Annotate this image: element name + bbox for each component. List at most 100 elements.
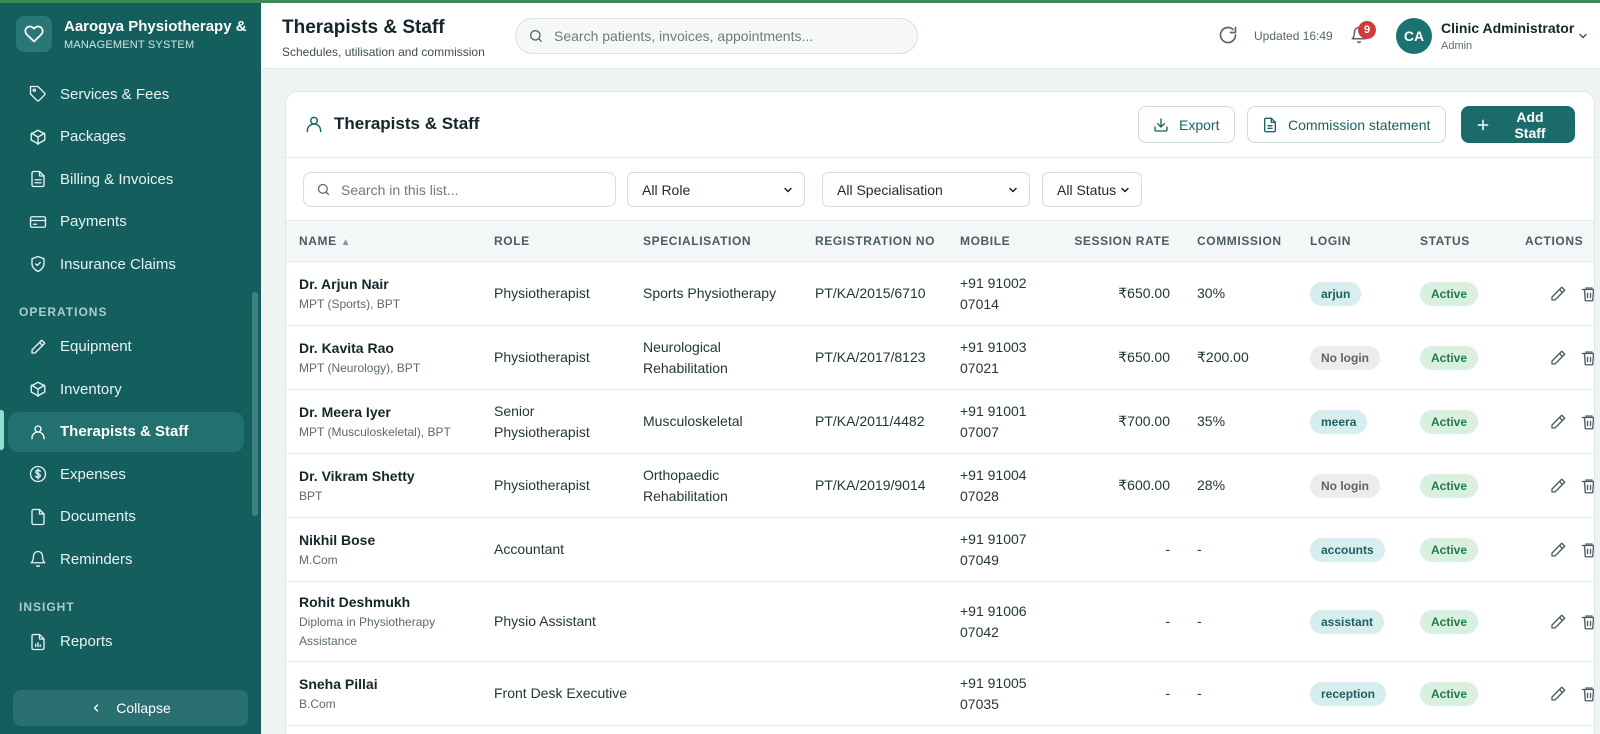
staff-name[interactable]: Dr. Vikram Shetty	[299, 466, 481, 487]
collapse-label: Collapse	[116, 700, 171, 716]
role-filter-select[interactable]: All Role	[627, 172, 805, 207]
sidebar-item-documents[interactable]: Documents	[8, 497, 244, 537]
user-name[interactable]: Clinic Administrator	[1441, 20, 1574, 36]
login-badge: assistant	[1310, 609, 1385, 634]
cell-login: reception	[1297, 661, 1407, 726]
user-role: Admin	[1441, 40, 1473, 52]
sidebar-item-label: Payments	[60, 213, 127, 230]
bell-icon	[28, 549, 48, 569]
table-row[interactable]: Dr. Meera Iyer MPT (Musculoskeletal), BPT…	[286, 389, 1594, 454]
refresh-icon[interactable]	[1218, 25, 1238, 45]
column-header-name[interactable]: NAME ▲	[286, 220, 481, 262]
cell-name: Dr. Arjun Nair MPT (Sports), BPT	[286, 261, 481, 326]
staff-name[interactable]: Nikhil Bose	[299, 530, 481, 551]
sidebar-scrollbar[interactable]	[252, 292, 258, 516]
staff-name[interactable]: Rohit Deshmukh	[299, 592, 481, 613]
cell-mobile: +91 91002 07014	[947, 261, 1051, 326]
column-header-session-rate[interactable]: SESSION RATE	[1051, 220, 1184, 262]
sidebar-item-equipment[interactable]: Equipment	[8, 327, 244, 367]
updated-time: Updated 16:49	[1254, 29, 1333, 43]
sidebar-item-billing[interactable]: Billing & Invoices	[8, 159, 244, 199]
staff-name[interactable]: Sneha Pillai	[299, 674, 481, 695]
sidebar-item-inventory[interactable]: Inventory	[8, 369, 244, 409]
document-icon	[28, 507, 48, 527]
table-row[interactable]: Dr. Arjun Nair MPT (Sports), BPT Physiothe…	[286, 261, 1594, 326]
staff-name[interactable]: Dr. Arjun Nair	[299, 274, 481, 295]
column-header-role[interactable]: ROLE	[481, 220, 630, 262]
cell-mobile: +91 91001 07007	[947, 389, 1051, 454]
chevron-left-icon	[90, 702, 102, 714]
column-header-status[interactable]: STATUS	[1407, 220, 1512, 262]
sidebar-item-label: Therapists & Staff	[60, 423, 189, 440]
avatar[interactable]: CA	[1396, 18, 1432, 54]
staff-qualification: Diploma in Physiotherapy Assistance	[299, 615, 436, 648]
cell-commission: 35%	[1184, 389, 1297, 454]
delete-trash-icon[interactable]	[1580, 285, 1594, 303]
commission-statement-button[interactable]: Commission statement	[1247, 106, 1446, 143]
edit-pencil-icon[interactable]	[1549, 413, 1567, 431]
column-header-specialisation[interactable]: SPECIALISATION	[630, 220, 802, 262]
delete-trash-icon[interactable]	[1580, 477, 1594, 495]
staff-qualification: MPT (Sports), BPT	[299, 296, 401, 311]
list-search[interactable]	[303, 172, 616, 207]
table-row[interactable]: Sneha Pillai B.Com Front Desk Executive +91…	[286, 661, 1594, 726]
cell-mobile: +91 91006 07042	[947, 581, 1051, 662]
sidebar-item-packages[interactable]: Packages	[8, 117, 244, 157]
column-header-login[interactable]: LOGIN	[1297, 220, 1407, 262]
sidebar-item-therapists-staff[interactable]: Therapists & Staff	[8, 411, 244, 452]
export-button[interactable]: Export	[1138, 106, 1235, 143]
delete-trash-icon[interactable]	[1580, 541, 1594, 559]
add-staff-button[interactable]: Add Staff	[1461, 106, 1575, 143]
edit-pencil-icon[interactable]	[1549, 285, 1567, 303]
status-filter-select[interactable]: All Status	[1042, 172, 1142, 207]
search-icon	[528, 28, 544, 44]
sidebar-item-expenses[interactable]: Expenses	[8, 454, 244, 494]
sidebar-item-reminders[interactable]: Reminders	[8, 539, 244, 579]
edit-pencil-icon[interactable]	[1549, 541, 1567, 559]
sidebar-item-payments[interactable]: Payments	[8, 202, 244, 242]
specialisation-filter-value: All Specialisation	[837, 181, 943, 198]
cell-status: Active	[1407, 517, 1512, 582]
staff-name[interactable]: Dr. Meera Iyer	[299, 402, 481, 423]
edit-pencil-icon[interactable]	[1549, 685, 1567, 703]
active-indicator	[0, 410, 4, 450]
chevron-down-icon[interactable]	[1577, 30, 1589, 42]
column-header-commission[interactable]: COMMISSION	[1184, 220, 1297, 262]
cell-specialisation	[630, 581, 802, 662]
collapse-button[interactable]: Collapse	[13, 690, 248, 726]
cell-specialisation	[630, 661, 802, 726]
sidebar-item-label: Insurance Claims	[60, 255, 176, 273]
edit-pencil-icon[interactable]	[1549, 349, 1567, 367]
column-header-mobile[interactable]: MOBILE	[947, 220, 1051, 262]
cell-actions	[1512, 389, 1594, 454]
specialisation-filter-select[interactable]: All Specialisation	[822, 172, 1030, 207]
global-search-input[interactable]	[554, 28, 894, 44]
sidebar-item-insurance[interactable]: Insurance Claims	[8, 244, 244, 284]
delete-trash-icon[interactable]	[1580, 613, 1594, 631]
global-search[interactable]	[515, 18, 918, 54]
app-subtitle: MANAGEMENT SYSTEM	[64, 38, 195, 51]
edit-pencil-icon[interactable]	[1549, 477, 1567, 495]
table-row[interactable]: Rohit Deshmukh Diploma in Physiotherapy A…	[286, 581, 1594, 662]
brand[interactable]: Aarogya Physiotherapy & Rehabilitation M…	[16, 16, 246, 52]
app-name: Aarogya Physiotherapy & Rehabilitation	[64, 17, 246, 35]
list-search-input[interactable]	[341, 181, 601, 198]
table-row[interactable]: Dr. Vikram Shetty BPT Physiotherapist Ortho…	[286, 453, 1594, 518]
status-badge: Active	[1420, 537, 1479, 562]
delete-trash-icon[interactable]	[1580, 349, 1594, 367]
sidebar-item-reports[interactable]: Reports	[8, 622, 244, 662]
delete-trash-icon[interactable]	[1580, 413, 1594, 431]
table-row[interactable]: Dr. Kavita Rao MPT (Neurology), BPT Physio…	[286, 325, 1594, 390]
staff-name[interactable]: Dr. Kavita Rao	[299, 338, 481, 359]
edit-pencil-icon[interactable]	[1549, 613, 1567, 631]
cell-specialisation: Musculoskeletal	[630, 389, 802, 454]
cell-registration: PT/KA/2017/8123	[802, 325, 947, 390]
delete-trash-icon[interactable]	[1580, 685, 1594, 703]
sidebar-item-partial[interactable]	[8, 664, 244, 674]
cell-name: Dr. Vikram Shetty BPT	[286, 453, 481, 518]
column-header-registration[interactable]: REGISTRATION NO	[802, 220, 947, 262]
cell-status: Active	[1407, 453, 1512, 518]
login-badge: No login	[1310, 473, 1380, 498]
sidebar-item-services-fees[interactable]: Services & Fees	[8, 74, 244, 114]
table-row[interactable]: Nikhil Bose M.Com Accountant +91 91007 0704…	[286, 517, 1594, 582]
